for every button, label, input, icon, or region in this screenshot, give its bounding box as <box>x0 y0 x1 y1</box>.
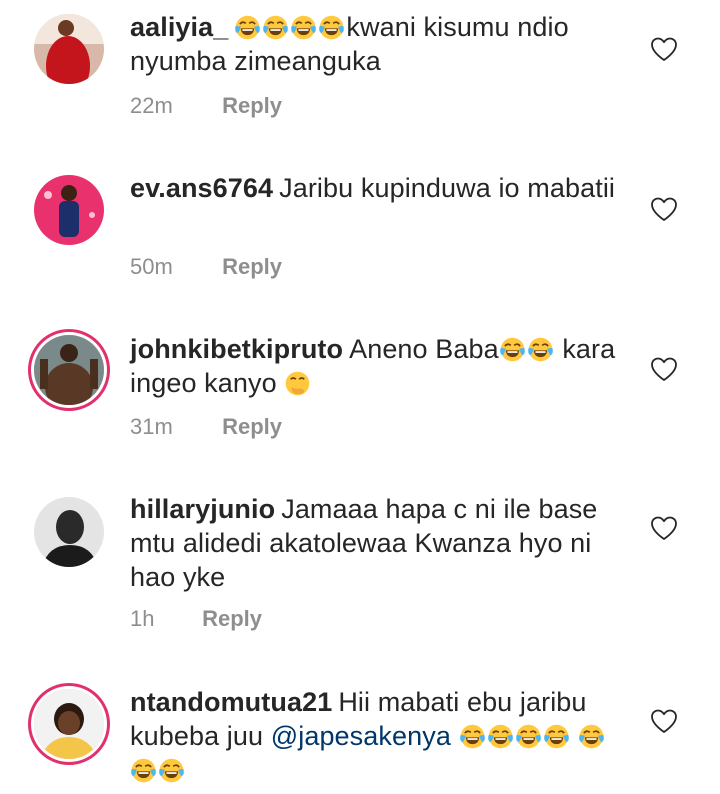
avatar[interactable] <box>34 175 104 245</box>
avatar[interactable] <box>34 335 104 405</box>
comment-username[interactable]: hillaryjunio <box>130 494 275 524</box>
face-with-tears-of-joy-icon <box>130 757 157 784</box>
comment-text: ntandomutua21 Hii mabati ebu jaribu kubeb… <box>130 685 630 787</box>
mention-link[interactable]: @japesakenya <box>271 721 451 751</box>
face-with-tears-of-joy-icon <box>158 757 185 784</box>
comment-time: 1h <box>130 606 155 631</box>
reply-button[interactable]: Reply <box>222 254 282 279</box>
heart-icon[interactable] <box>650 196 678 222</box>
face-with-tears-of-joy-icon <box>499 336 526 363</box>
face-with-tears-of-joy-icon <box>543 723 570 750</box>
avatar[interactable] <box>34 14 104 84</box>
comment-username[interactable]: ntandomutua21 <box>130 687 332 717</box>
comment-text: hillaryjunio Jamaaa hapa c ni ile base mt… <box>130 492 630 594</box>
comment-username[interactable]: johnkibetkipruto <box>130 334 343 364</box>
comment-body: Jaribu kupinduwa io mabatii <box>279 173 616 203</box>
comment-time: 50m <box>130 254 173 279</box>
face-with-tears-of-joy-icon <box>578 723 605 750</box>
reply-button[interactable]: Reply <box>222 414 282 439</box>
comment-time: 22m <box>130 93 173 118</box>
reply-button[interactable]: Reply <box>202 606 262 631</box>
comment-meta: 1h Reply <box>130 606 262 632</box>
heart-icon[interactable] <box>650 515 678 541</box>
face-with-hand-over-mouth-icon <box>284 370 311 397</box>
face-with-tears-of-joy-icon <box>527 336 554 363</box>
avatar[interactable] <box>34 497 104 567</box>
comment-meta: 22m Reply <box>130 93 282 119</box>
comment-username[interactable]: aaliyia_ <box>130 12 228 42</box>
face-with-tears-of-joy-icon <box>487 723 514 750</box>
heart-icon[interactable] <box>650 356 678 382</box>
face-with-tears-of-joy-icon <box>290 14 317 41</box>
avatar[interactable] <box>34 689 104 759</box>
heart-icon[interactable] <box>650 36 678 62</box>
face-with-tears-of-joy-icon <box>515 723 542 750</box>
face-with-tears-of-joy-icon <box>459 723 486 750</box>
comment-meta: 50m Reply <box>130 254 282 280</box>
face-with-tears-of-joy-icon <box>234 14 261 41</box>
comment-body: Aneno Baba <box>349 334 499 364</box>
heart-icon[interactable] <box>650 708 678 734</box>
face-with-tears-of-joy-icon <box>262 14 289 41</box>
comment-text: ev.ans6764 Jaribu kupinduwa io mabatii <box>130 171 630 205</box>
comment-username[interactable]: ev.ans6764 <box>130 173 273 203</box>
comment-text: johnkibetkipruto Aneno Baba kara ingeo ka… <box>130 332 630 400</box>
comment-meta: 31m Reply <box>130 414 282 440</box>
comment-text: aaliyia_ kwani kisumu ndio nyumba zimeang… <box>130 10 630 78</box>
comment-time: 31m <box>130 414 173 439</box>
reply-button[interactable]: Reply <box>222 93 282 118</box>
face-with-tears-of-joy-icon <box>318 14 345 41</box>
